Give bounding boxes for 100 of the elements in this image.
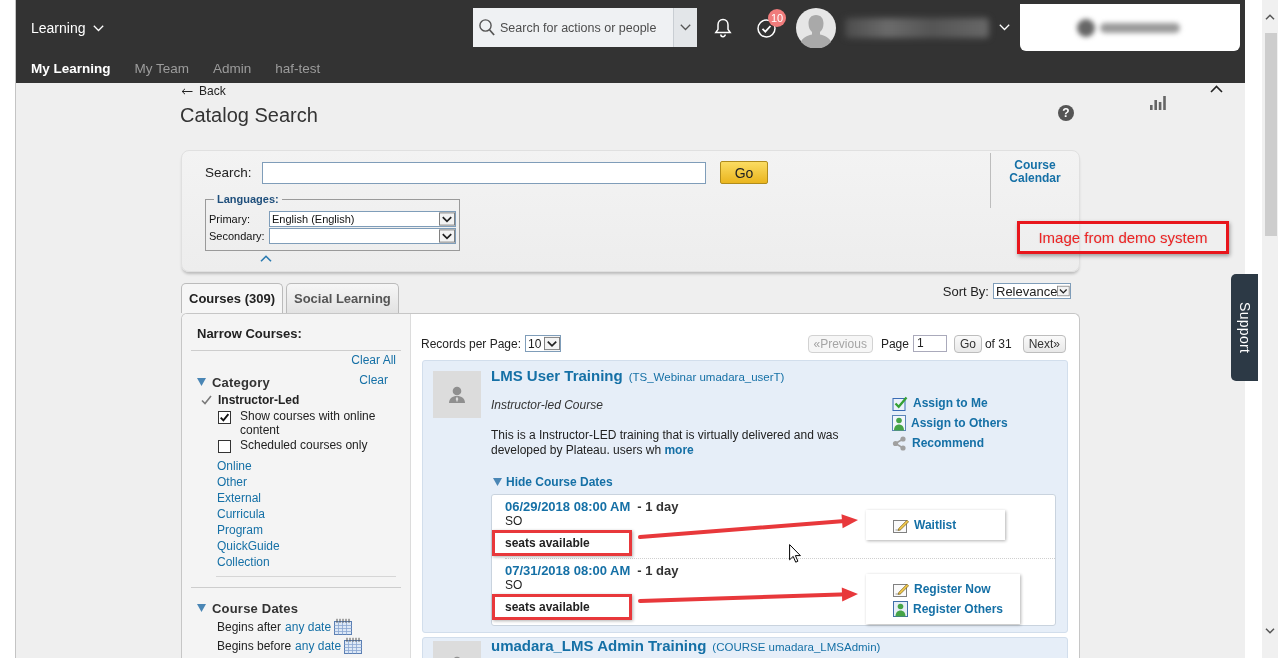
scrollbar-thumb[interactable] [1265,33,1277,236]
date-link[interactable]: any date [285,619,332,634]
go-button[interactable]: Go [720,161,768,184]
category-link[interactable]: QuickGuide [217,538,280,554]
section-heading: Course Dates [212,600,299,616]
bar-chart-icon[interactable] [1150,95,1166,110]
chevron-down-icon [680,24,691,31]
triangle-down-icon[interactable] [197,378,206,386]
arrow-left-icon [181,87,193,95]
next-page-button[interactable]: Next» [1022,334,1066,353]
person-tile-icon [433,371,481,418]
calendar-icon[interactable] [334,618,353,635]
sort-select[interactable]: Relevance [993,283,1071,299]
session-date-link[interactable]: 07/31/2018 08:00 AM [505,562,631,578]
action-link[interactable]: Register Now [909,582,991,596]
scrollbar[interactable] [1262,0,1278,658]
course-calendar-link[interactable]: Course Calendar [991,159,1079,208]
tab[interactable]: Courses (309) [181,283,283,313]
page-number-field[interactable]: 1 [912,335,947,352]
search-icon [479,19,495,36]
course-code-link[interactable]: (COURSE umadara_LMSAdmin) [712,639,881,655]
triangle-down-icon[interactable] [493,478,502,486]
clear-link[interactable]: Clear [359,373,388,387]
scroll-up-icon[interactable] [1265,13,1275,20]
pencil-note-icon [893,581,909,597]
session-date-link[interactable]: 06/29/2018 08:00 AM [505,498,631,514]
help-button[interactable]: ? [1058,105,1074,121]
more-link[interactable]: more [664,443,694,457]
support-tab[interactable]: Support [1231,274,1258,381]
seats-status: seats available [505,600,590,614]
course-dates-toggle[interactable]: Hide Course Dates [491,475,613,489]
avatar-icon[interactable] [796,7,836,48]
annotation-note: Image from demo system [1017,221,1229,254]
notification-badge: 10 [768,9,786,27]
sort-label: Sort By: [942,283,989,299]
checkbox[interactable] [218,440,231,453]
go-button[interactable]: Go [953,334,982,353]
course-description: This is a Instructor-LED training that is virtually delivered and was developed by Plateau. users wh more [491,428,840,458]
bell-icon [714,17,732,38]
action-link[interactable]: Assign to Others [906,416,1008,430]
action-link[interactable]: Waitlist [909,518,957,532]
nav-tab[interactable]: My Learning [31,60,111,76]
search-input[interactable] [262,161,706,184]
seats-status: seats available [505,536,590,550]
category-link[interactable]: Online [217,458,252,474]
clear-all-link[interactable]: Clear All [351,353,396,367]
share-icon [892,435,907,451]
language-select[interactable]: English (English) [269,211,456,227]
category-link[interactable]: External [217,490,262,506]
page-title: Catalog Search [180,103,318,127]
checkmark-icon [201,395,212,405]
person-card-icon [893,601,908,617]
category-link[interactable]: Program [217,522,263,538]
field-label: Primary: [209,213,251,225]
person-card-icon [892,415,906,431]
course-title-link[interactable]: LMS User Training [491,368,623,384]
search-field[interactable]: Search for actions or people [473,8,673,47]
chevron-down-icon[interactable] [999,24,1010,31]
nav-tab[interactable]: My Team [134,60,190,76]
course-code-link[interactable]: (TS_Webinar umadara_userT) [628,369,785,385]
tasks-button[interactable]: 10 [757,9,786,38]
session-location: SO [505,514,523,528]
action-link[interactable]: Recommend [907,436,985,450]
nav-tab[interactable]: Admin [213,60,252,76]
notifications-button[interactable] [714,17,732,38]
date-link[interactable]: any date [295,638,342,653]
search-label: Search: [205,165,253,180]
filter-title: Narrow Courses: [196,325,303,342]
chevron-down-icon [92,24,104,32]
page-label: Page [880,336,909,351]
session-duration: - 1 day [637,562,679,578]
session-duration: - 1 day [637,498,679,514]
category-link[interactable]: Collection [217,554,270,570]
caret-up-icon[interactable] [1210,85,1223,93]
date-filter-label: Begins before [217,638,292,653]
checkbox[interactable] [218,411,231,424]
pencil-note-icon [893,517,909,533]
scroll-down-icon[interactable] [1265,628,1275,634]
course-type: Instructor-led Course [491,398,604,412]
category-link[interactable]: Curricula [217,506,265,522]
back-link[interactable]: Back [180,84,226,98]
course-title-link[interactable]: umadara_LMS Admin Training [491,638,707,654]
action-link[interactable]: Assign to Me [908,396,988,410]
records-per-page-label: Records per Page: [421,336,522,351]
page-count: of 31 [984,336,1012,351]
category-link[interactable]: Other [217,474,247,490]
tab[interactable]: Social Learning [286,283,399,313]
checked-box-icon [892,395,908,411]
checkbox-label: Show courses with online content [240,409,377,437]
app-switcher-button[interactable]: Learning [31,15,104,40]
triangle-down-icon[interactable] [197,604,206,612]
records-per-page-select[interactable]: 10 [525,335,562,352]
date-filter-label: Begins after [217,619,282,634]
session-location: SO [505,578,523,592]
calendar-icon[interactable] [344,637,363,654]
languages-legend: Languages: [214,193,282,205]
nav-tab[interactable]: haf-test [275,60,321,76]
action-link[interactable]: Register Others [908,602,1004,616]
section-heading: Category [212,374,270,390]
selected-category: Instructor-Led [218,393,300,407]
